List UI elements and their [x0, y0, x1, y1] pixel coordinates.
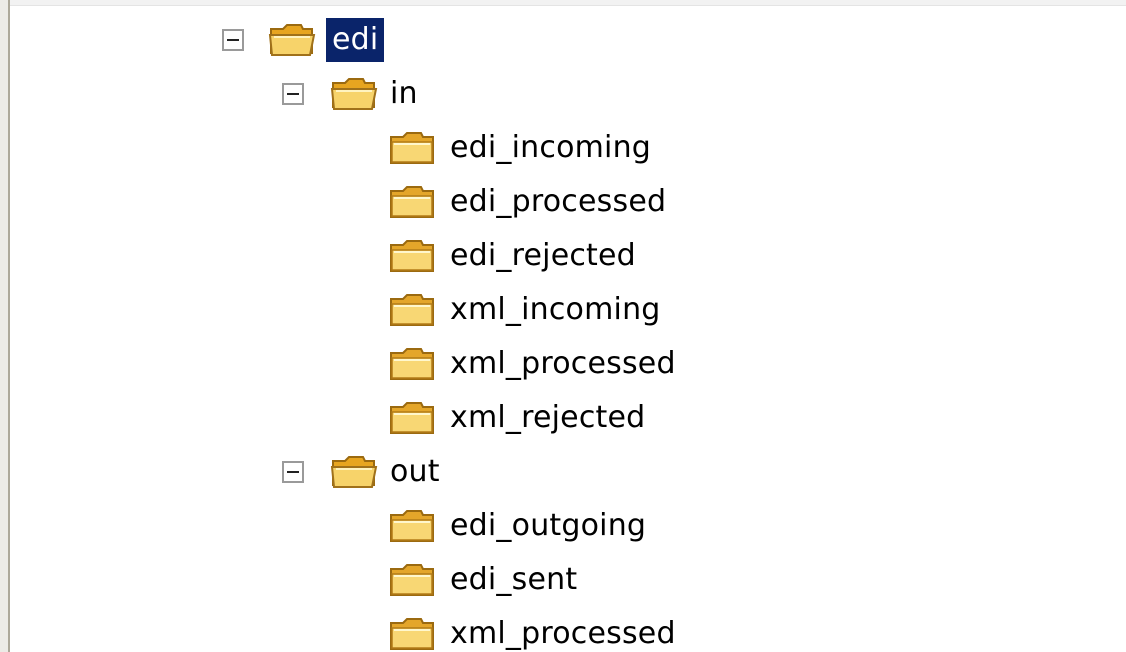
folder-icon [390, 240, 434, 272]
tree-node-out[interactable]: out [0, 450, 500, 494]
tree-node-edi-incoming[interactable]: edi_incoming [0, 126, 760, 170]
folder-tree-view: edi in edi_incoming edi_processed edi_re… [0, 0, 1126, 652]
folder-icon [390, 618, 434, 650]
tree-node-edi-processed[interactable]: edi_processed [0, 180, 760, 224]
tree-node-label[interactable]: edi_sent [446, 558, 581, 602]
tree-node-label[interactable]: edi_processed [446, 180, 670, 224]
tree-node-xml-processed-out[interactable]: xml_processed [0, 612, 760, 652]
tree-node-label[interactable]: edi_outgoing [446, 504, 650, 548]
tree-node-in[interactable]: in [0, 72, 480, 116]
minus-icon [227, 39, 239, 41]
folder-icon [390, 564, 434, 596]
folder-icon [390, 132, 434, 164]
tree-node-xml-processed[interactable]: xml_processed [0, 342, 760, 386]
minus-icon [287, 471, 299, 473]
folder-icon [390, 402, 434, 434]
folder-open-icon [330, 78, 378, 110]
tree-node-label[interactable]: out [386, 450, 444, 494]
tree-node-label[interactable]: xml_rejected [446, 396, 649, 440]
tree-node-label[interactable]: xml_incoming [446, 288, 665, 332]
tree-node-label[interactable]: edi_incoming [446, 126, 655, 170]
folder-open-icon [330, 456, 378, 488]
tree-node-label[interactable]: in [386, 72, 422, 116]
folder-open-icon [268, 24, 316, 56]
collapse-toggle-in[interactable] [282, 83, 304, 105]
folder-icon [390, 294, 434, 326]
collapse-toggle-edi[interactable] [222, 29, 244, 51]
folder-icon [390, 348, 434, 380]
tree-node-edi[interactable]: edi [0, 18, 420, 62]
tree-node-label[interactable]: xml_processed [446, 342, 680, 386]
tree-node-label[interactable]: edi_rejected [446, 234, 640, 278]
tree-node-label[interactable]: xml_processed [446, 612, 680, 652]
tree-node-label[interactable]: edi [326, 18, 385, 62]
folder-icon [390, 510, 434, 542]
tree-node-xml-incoming[interactable]: xml_incoming [0, 288, 760, 332]
tree-node-edi-rejected[interactable]: edi_rejected [0, 234, 760, 278]
tree-node-edi-sent[interactable]: edi_sent [0, 558, 760, 602]
folder-icon [390, 186, 434, 218]
collapse-toggle-out[interactable] [282, 461, 304, 483]
tree-node-edi-outgoing[interactable]: edi_outgoing [0, 504, 760, 548]
top-edge [0, 0, 1126, 6]
minus-icon [287, 93, 299, 95]
tree-node-xml-rejected[interactable]: xml_rejected [0, 396, 760, 440]
